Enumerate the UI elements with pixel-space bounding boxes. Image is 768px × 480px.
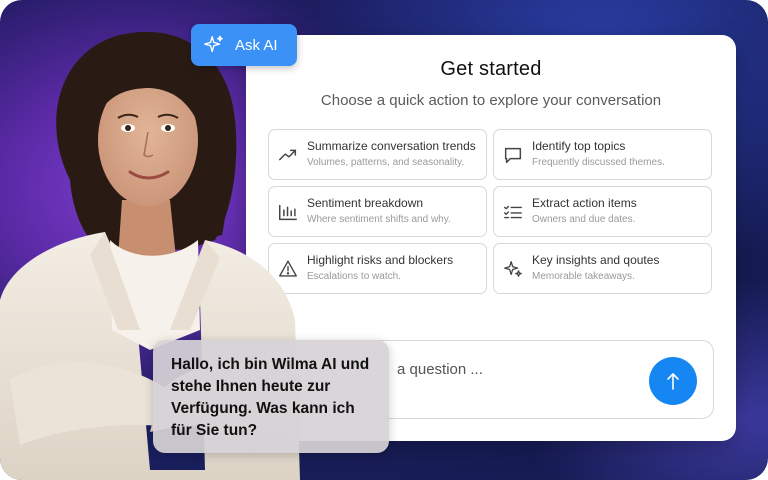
quick-actions-grid: Summarize conversation trends Volumes, p… (268, 129, 712, 294)
action-title: Identify top topics (532, 139, 626, 153)
action-description: Volumes, patterns, and seasonality. (307, 157, 465, 168)
action-extract-items[interactable]: Extract action items Owners and due date… (493, 186, 712, 237)
background: Get started Choose a quick action to exp… (0, 0, 768, 480)
action-description: Owners and due dates. (532, 214, 636, 225)
question-placeholder: a question ... (397, 361, 483, 378)
ask-ai-label: Ask AI (235, 36, 278, 54)
arrow-up-icon (667, 373, 679, 390)
action-title: Sentiment breakdown (307, 196, 424, 210)
ask-ai-badge[interactable]: Ask AI (191, 24, 297, 66)
greeting-bubble: Hallo, ich bin Wilma AI und stehe Ihnen … (153, 340, 389, 453)
action-title: Key insights and qoutes (532, 253, 660, 267)
action-description: Escalations to watch. (307, 271, 401, 282)
checklist-icon (502, 201, 524, 223)
send-button[interactable] (649, 357, 697, 405)
action-title: Highlight risks and blockers (307, 253, 454, 267)
chat-bubble-icon (502, 144, 524, 166)
action-key-insights[interactable]: Key insights and qoutes Memorable takeaw… (493, 243, 712, 294)
action-description: Where sentiment shifts and why. (307, 214, 451, 225)
greeting-text: Hallo, ich bin Wilma AI und stehe Ihnen … (171, 356, 370, 439)
action-identify-topics[interactable]: Identify top topics Frequently discussed… (493, 129, 712, 180)
action-description: Memorable takeaways. (532, 271, 635, 282)
action-title: Summarize conversation trends (307, 139, 476, 153)
action-title: Extract action items (532, 196, 637, 210)
action-description: Frequently discussed themes. (532, 157, 665, 168)
sparkle-icon (204, 35, 223, 53)
sparkle-icon (502, 258, 524, 280)
